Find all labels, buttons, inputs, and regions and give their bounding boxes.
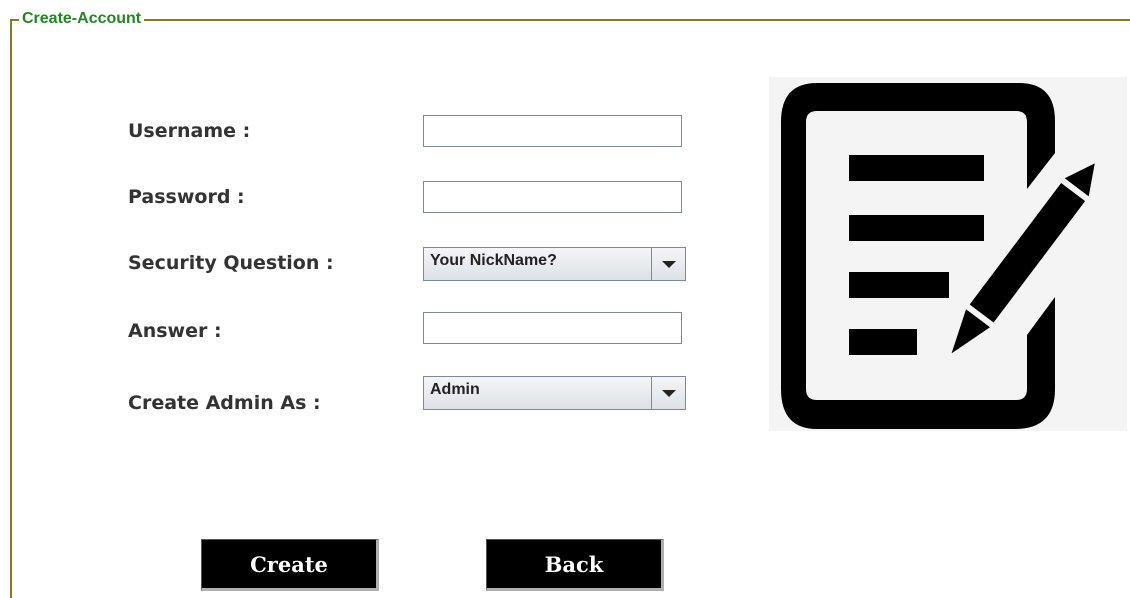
answer-label: Answer : — [128, 320, 222, 342]
password-input[interactable] — [423, 181, 682, 213]
create-admin-label: Create Admin As : — [128, 392, 321, 414]
panel-border-left — [10, 19, 12, 598]
chevron-down-icon[interactable] — [651, 248, 685, 280]
answer-input[interactable] — [423, 312, 682, 344]
create-admin-select[interactable]: Admin — [423, 376, 686, 410]
edit-document-icon — [769, 77, 1127, 431]
security-question-value: Your NickName? — [430, 252, 557, 269]
panel-border-top — [10, 19, 1130, 21]
create-admin-value: Admin — [430, 381, 480, 398]
password-label: Password : — [128, 186, 245, 208]
chevron-down-icon[interactable] — [651, 377, 685, 409]
panel-title: Create-Account — [19, 10, 145, 28]
security-question-label: Security Question : — [128, 252, 334, 274]
security-question-select[interactable]: Your NickName? — [423, 247, 686, 281]
username-label: Username : — [128, 120, 251, 142]
create-button[interactable]: Create — [201, 539, 379, 591]
username-input[interactable] — [423, 115, 682, 147]
back-button[interactable]: Back — [486, 539, 664, 591]
